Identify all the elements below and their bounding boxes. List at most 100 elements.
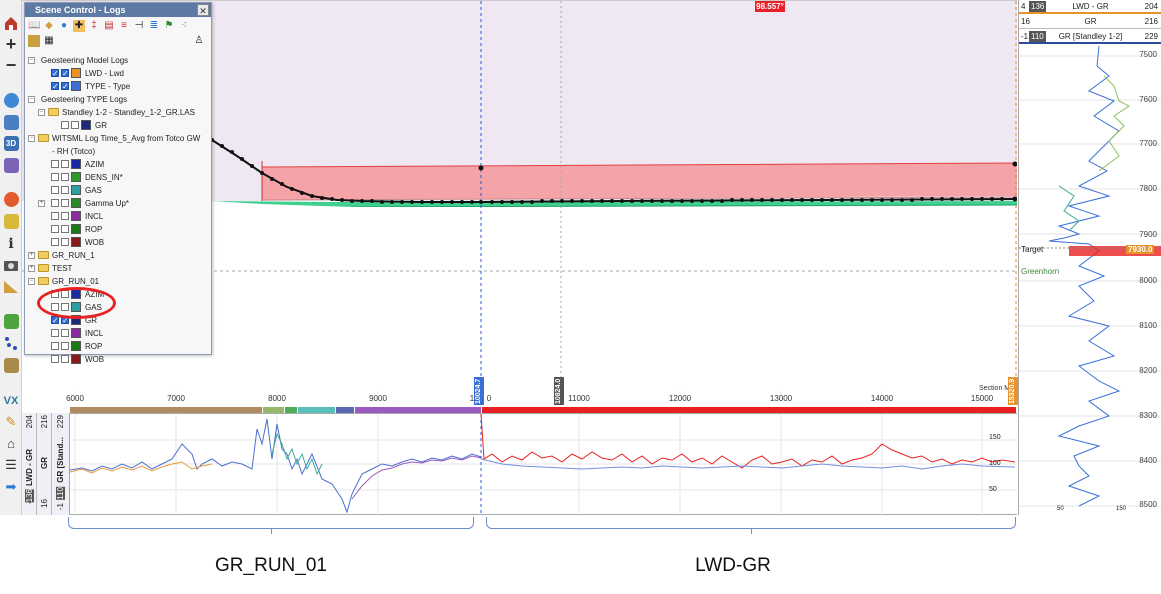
checkbox[interactable]	[61, 199, 69, 207]
points-icon[interactable]: ⁖	[178, 20, 190, 32]
expand-icon[interactable]: +	[28, 252, 35, 259]
checkbox[interactable]	[51, 355, 59, 363]
expand-icon[interactable]: +	[38, 200, 45, 207]
3d-view-icon[interactable]: 3D	[2, 134, 20, 152]
collapse-icon[interactable]: −	[28, 278, 35, 285]
type-log-panel[interactable]: 4 136 LWD - GR 204 16 GR 216 -1 110 GR […	[1018, 0, 1161, 515]
tree-rop[interactable]: ROP	[28, 223, 210, 236]
checkbox[interactable]	[51, 199, 59, 207]
tree-gas[interactable]: GAS	[28, 184, 210, 197]
log-track[interactable]: 150 100 50	[22, 413, 1017, 516]
tree-geosteering-model-logs[interactable]: − Geosteering Model Logs	[28, 54, 210, 67]
tree-gr-run-01[interactable]: − GR_RUN_01	[28, 275, 210, 288]
checkbox[interactable]	[61, 173, 69, 181]
gr-track-header[interactable]: 16 GR 216	[1019, 15, 1161, 29]
well-icon[interactable]: ‡	[88, 20, 100, 32]
checkbox[interactable]	[61, 212, 69, 220]
tree-standley[interactable]: − Standley 1-2 - Standley_1-2_GR.LAS	[28, 106, 210, 119]
lwd-track-checkbox[interactable]	[61, 67, 69, 80]
color-swatch[interactable]	[71, 328, 81, 338]
color-swatch[interactable]	[71, 341, 81, 351]
tree-geosteering-type-logs[interactable]: − Geosteering TYPE Logs	[28, 93, 210, 106]
tree-standley-gr[interactable]: GR	[28, 119, 210, 132]
collapse-icon[interactable]: −	[28, 57, 35, 64]
compass-icon[interactable]	[2, 91, 20, 109]
log-tool-icon[interactable]: ✚	[73, 20, 85, 32]
info-icon[interactable]: i	[2, 235, 20, 253]
grid-tool-icon[interactable]: ▤	[103, 20, 115, 32]
joystick-icon[interactable]: ♙	[193, 35, 205, 47]
type-track-checkbox[interactable]	[61, 80, 69, 93]
standley-gr-color-swatch[interactable]	[81, 120, 91, 130]
collapse-icon[interactable]: −	[28, 135, 35, 142]
globe-icon[interactable]: ●	[58, 20, 70, 32]
tree-type[interactable]: TYPE - Type	[28, 80, 210, 93]
layers-icon[interactable]	[2, 312, 20, 330]
type-color-swatch[interactable]	[71, 81, 81, 91]
checkbox[interactable]	[51, 342, 59, 350]
checkbox[interactable]	[61, 160, 69, 168]
grid-view-icon[interactable]	[2, 113, 20, 131]
lwd-gr-header[interactable]: LWD - GR 204 4 136	[23, 413, 37, 515]
tree-rop-2[interactable]: ROP	[28, 340, 210, 353]
checkbox[interactable]	[51, 329, 59, 337]
zoom-out-icon[interactable]: −	[2, 55, 20, 75]
color-swatch[interactable]	[71, 159, 81, 169]
color-swatch[interactable]	[71, 198, 81, 208]
table-icon[interactable]: ▦	[43, 35, 55, 47]
flag-icon[interactable]: ⚑	[163, 20, 175, 32]
ruler-icon[interactable]	[2, 278, 20, 296]
close-button[interactable]: ✕	[197, 4, 209, 16]
home-icon[interactable]	[2, 14, 20, 32]
layers-toggle-icon[interactable]: ◆	[43, 20, 55, 32]
standley-gr-visible-checkbox[interactable]	[61, 121, 69, 129]
split-icon[interactable]: ⊣	[133, 20, 145, 32]
tree-test[interactable]: + TEST	[28, 262, 210, 275]
picture-icon[interactable]	[28, 35, 40, 47]
tripod-icon[interactable]: ⌂	[2, 434, 20, 452]
log-track-canvas[interactable]	[22, 413, 1017, 516]
tree-dens-in[interactable]: DENS_IN*	[28, 171, 210, 184]
checkbox[interactable]	[61, 225, 69, 233]
target-value[interactable]: 7930.0	[1126, 245, 1155, 254]
md-marker-blue[interactable]: 10024.7	[474, 377, 484, 405]
standley-track-header[interactable]: -1 110 GR [Standley 1-2] 229	[1019, 30, 1161, 44]
checkbox[interactable]	[51, 173, 59, 181]
md-marker-orange[interactable]: 15320.9	[1008, 377, 1018, 405]
collapse-icon[interactable]: −	[28, 96, 35, 103]
color-swatch[interactable]	[71, 354, 81, 364]
checkbox[interactable]	[51, 212, 59, 220]
standley-gr-track-checkbox[interactable]	[71, 121, 79, 129]
tree-gamma-up[interactable]: + Gamma Up*	[28, 197, 210, 210]
lwd-gr-track-header[interactable]: 4 136 LWD - GR 204	[1019, 0, 1161, 14]
lines-icon[interactable]: ≣	[148, 20, 160, 32]
type-visible-checkbox[interactable]	[51, 80, 59, 93]
checkbox[interactable]	[61, 342, 69, 350]
tree-lwd[interactable]: LWD - Lwd	[28, 67, 210, 80]
tree-witsml[interactable]: − WITSML Log Time_5_Avg from Totco GW	[28, 132, 210, 145]
arrow-right-icon[interactable]: ➡	[2, 478, 20, 496]
vx-icon[interactable]: VX	[2, 392, 20, 410]
cube-map-icon[interactable]	[2, 156, 20, 174]
refresh-icon[interactable]	[2, 190, 20, 208]
checkbox[interactable]	[61, 329, 69, 337]
checkbox[interactable]	[51, 160, 59, 168]
tree-wob[interactable]: WOB	[28, 236, 210, 249]
checkbox[interactable]	[51, 225, 59, 233]
zoom-in-icon[interactable]: +	[2, 34, 20, 54]
checkbox[interactable]	[61, 238, 69, 246]
lwd-visible-checkbox[interactable]	[51, 67, 59, 80]
color-swatch[interactable]	[71, 211, 81, 221]
tree-incl-2[interactable]: INCL	[28, 327, 210, 340]
collapse-icon[interactable]: −	[38, 109, 45, 116]
tree-wob-2[interactable]: WOB	[28, 353, 210, 366]
list-icon[interactable]: ☰	[2, 456, 20, 474]
pencil-icon[interactable]: ✎	[2, 413, 20, 431]
color-swatch[interactable]	[71, 237, 81, 247]
gr-header[interactable]: GR 216 16	[38, 413, 52, 515]
md-marker-grey[interactable]: 10824.0	[554, 377, 564, 405]
color-swatch[interactable]	[71, 185, 81, 195]
dots-icon[interactable]	[2, 334, 20, 352]
lwd-color-swatch[interactable]	[71, 68, 81, 78]
book-icon[interactable]: 📖	[28, 20, 40, 32]
